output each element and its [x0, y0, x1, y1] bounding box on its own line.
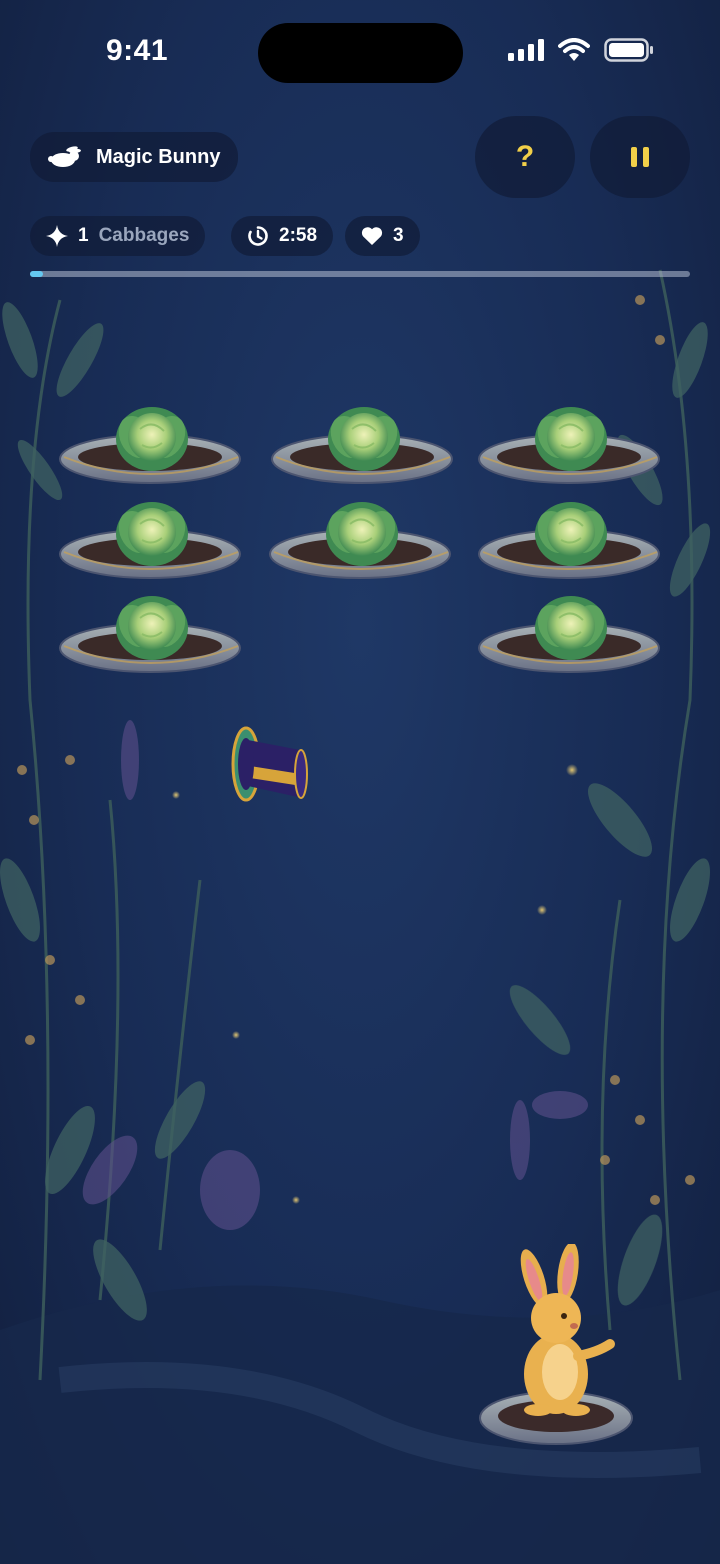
- pause-button[interactable]: [590, 116, 690, 198]
- garden-bed: [59, 407, 241, 484]
- garden-bed: [269, 502, 451, 579]
- battery-icon: [604, 38, 653, 62]
- game-title-pill: Magic Bunny: [30, 132, 239, 182]
- level-progress-bar: [30, 271, 690, 277]
- magic-hat-ball: [231, 726, 308, 802]
- garden-bed: [478, 407, 660, 484]
- lives-value: 3: [393, 225, 404, 246]
- pause-icon: [631, 147, 649, 167]
- garden-bed: [478, 596, 660, 673]
- status-icons: [508, 38, 654, 62]
- cabbage-count: 1: [78, 225, 89, 246]
- wifi-icon: [558, 38, 590, 61]
- sparkle-icon: [46, 225, 68, 247]
- dynamic-island: [258, 23, 463, 83]
- cabbage-score: 1 Cabbages: [30, 216, 206, 256]
- rabbit-icon: [48, 146, 81, 167]
- garden-bed: [59, 502, 241, 579]
- heart-icon: [361, 227, 383, 245]
- game-title: Magic Bunny: [96, 145, 221, 168]
- level-progress-fill: [30, 271, 44, 277]
- lives-display: 3: [345, 216, 420, 256]
- timer-display: 2:58: [231, 216, 334, 256]
- timer-value: 2:58: [279, 225, 318, 246]
- garden-bed: [59, 596, 241, 673]
- cellular-signal-icon: [508, 39, 544, 61]
- bunny-paddle[interactable]: [478, 1244, 638, 1448]
- cabbage-label: Cabbages: [98, 225, 190, 246]
- help-button[interactable]: ?: [475, 116, 575, 198]
- help-label: ?: [515, 140, 535, 173]
- status-time: 9:41: [106, 34, 169, 67]
- garden-bed: [271, 407, 453, 484]
- garden-bed: [478, 502, 660, 579]
- timer-icon: [248, 226, 268, 246]
